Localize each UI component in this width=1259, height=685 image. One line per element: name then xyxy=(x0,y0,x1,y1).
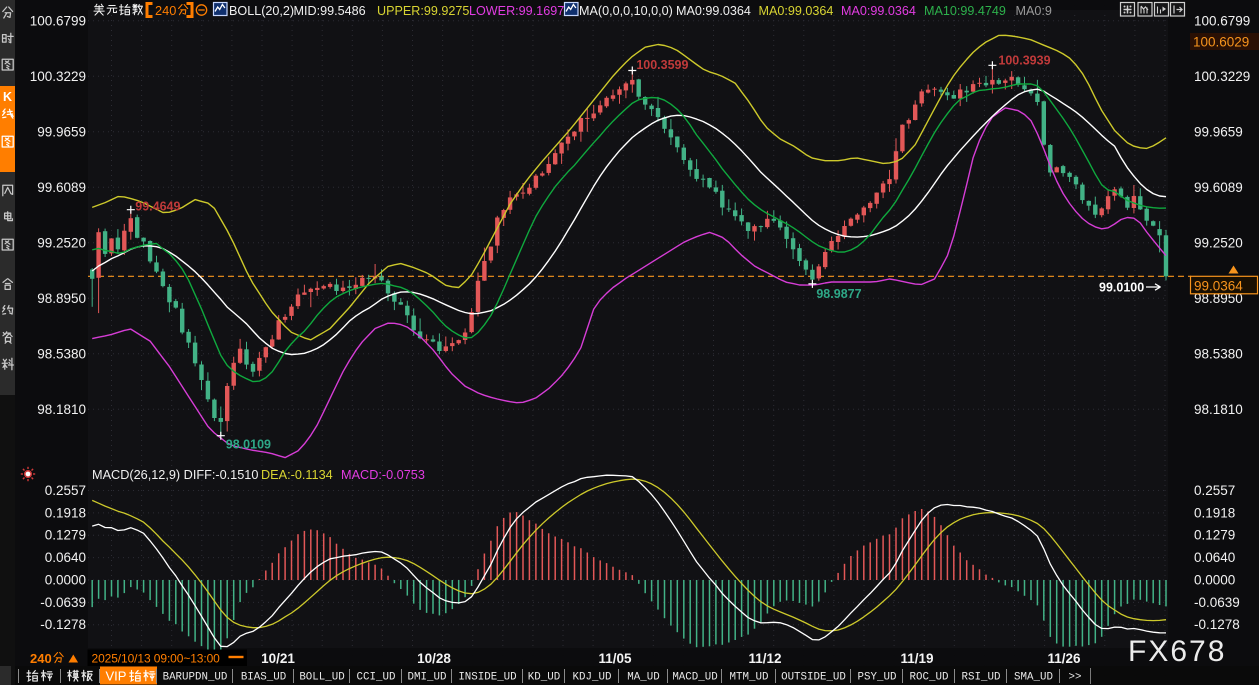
svg-text:11/19: 11/19 xyxy=(900,651,933,666)
svg-text:MA0:99.0364: MA0:99.0364 xyxy=(841,4,916,18)
svg-text:KD_UD: KD_UD xyxy=(528,672,560,684)
svg-text:BOLL_UD: BOLL_UD xyxy=(299,672,344,684)
svg-text:99.6089: 99.6089 xyxy=(1194,180,1243,195)
svg-text:MTM_UD: MTM_UD xyxy=(730,672,769,684)
svg-text:DMI_UD: DMI_UD xyxy=(408,672,447,684)
svg-text:99.2520: 99.2520 xyxy=(37,235,86,250)
svg-text:0.0000: 0.0000 xyxy=(1194,573,1235,588)
svg-text:99.9659: 99.9659 xyxy=(1194,124,1243,139)
svg-text:MA0:9: MA0:9 xyxy=(1016,4,1052,18)
svg-text:240: 240 xyxy=(30,651,52,666)
svg-text:10/21: 10/21 xyxy=(261,651,295,666)
svg-text:CCI_UD: CCI_UD xyxy=(357,672,396,684)
svg-text:98.5380: 98.5380 xyxy=(37,346,86,361)
svg-text:BIAS_UD: BIAS_UD xyxy=(241,672,286,684)
svg-text:BARUPDN_UD: BARUPDN_UD xyxy=(163,672,228,684)
svg-text:0.0000: 0.0000 xyxy=(45,573,86,588)
svg-text:11/12: 11/12 xyxy=(748,651,781,666)
svg-text:MACD_UD: MACD_UD xyxy=(672,672,717,684)
svg-text:0.1279: 0.1279 xyxy=(45,528,86,543)
svg-text:MACD(26,12,9) DIFF:-0.1510: MACD(26,12,9) DIFF:-0.1510 xyxy=(92,468,258,482)
svg-text:98.0109: 98.0109 xyxy=(226,438,271,452)
svg-text:100.3599: 100.3599 xyxy=(636,58,688,72)
svg-text:MACD:-0.0753: MACD:-0.0753 xyxy=(341,468,425,482)
svg-text:100.6799: 100.6799 xyxy=(30,13,86,28)
svg-text:VIP: VIP xyxy=(106,669,127,684)
svg-text:MA_UD: MA_UD xyxy=(627,672,659,684)
svg-text:KDJ_UD: KDJ_UD xyxy=(573,672,612,684)
svg-text:99.9659: 99.9659 xyxy=(37,124,86,139)
svg-text:MID:99.5486: MID:99.5486 xyxy=(294,4,366,18)
svg-text:99.0364: 99.0364 xyxy=(1194,278,1243,293)
svg-text:>>: >> xyxy=(1069,672,1082,684)
svg-text:98.8950: 98.8950 xyxy=(37,291,86,306)
svg-text:-0.0639: -0.0639 xyxy=(1194,595,1240,610)
svg-text:K: K xyxy=(3,90,12,104)
svg-text:MA10:99.4749: MA10:99.4749 xyxy=(924,4,1006,18)
svg-text:99.6089: 99.6089 xyxy=(37,180,86,195)
svg-text:-0.1278: -0.1278 xyxy=(40,617,86,632)
svg-text:2025/10/13 09:00~13:00: 2025/10/13 09:00~13:00 xyxy=(92,652,221,666)
svg-text:0.2557: 0.2557 xyxy=(1194,483,1235,498)
svg-text:0.1279: 0.1279 xyxy=(1194,528,1235,543)
svg-text:RSI_UD: RSI_UD xyxy=(962,672,1001,684)
svg-text:0.1918: 0.1918 xyxy=(1194,505,1235,520)
svg-text:100.3229: 100.3229 xyxy=(1194,69,1250,84)
svg-text:0.2557: 0.2557 xyxy=(45,483,86,498)
svg-text:PSY_UD: PSY_UD xyxy=(858,672,897,684)
svg-text:MA0:99.0364: MA0:99.0364 xyxy=(759,4,834,18)
svg-text:FX678: FX678 xyxy=(1128,635,1226,668)
svg-text:0.0640: 0.0640 xyxy=(45,550,86,565)
svg-text:-0.0639: -0.0639 xyxy=(40,595,86,610)
svg-text:240: 240 xyxy=(155,3,176,18)
svg-text:OUTSIDE_UD: OUTSIDE_UD xyxy=(781,672,846,684)
svg-text:10/28: 10/28 xyxy=(417,651,451,666)
svg-text:98.1810: 98.1810 xyxy=(37,402,86,417)
svg-text:98.9877: 98.9877 xyxy=(816,287,861,301)
svg-text:INSIDE_UD: INSIDE_UD xyxy=(458,672,516,684)
svg-text:0.0640: 0.0640 xyxy=(1194,550,1235,565)
svg-text:11/05: 11/05 xyxy=(598,651,632,666)
svg-text:99.4649: 99.4649 xyxy=(135,200,180,214)
svg-text:-0.1278: -0.1278 xyxy=(1194,617,1240,632)
svg-text:DEA:-0.1134: DEA:-0.1134 xyxy=(261,468,333,482)
svg-text:MA0:99.0364: MA0:99.0364 xyxy=(676,4,751,18)
svg-text:100.3229: 100.3229 xyxy=(30,69,86,84)
svg-text:LOWER:99.1697: LOWER:99.1697 xyxy=(469,4,564,18)
svg-text:100.3939: 100.3939 xyxy=(998,53,1050,67)
svg-text:UPPER:99.9275: UPPER:99.9275 xyxy=(377,4,469,18)
svg-text:0.1918: 0.1918 xyxy=(45,505,86,520)
svg-text:100.6799: 100.6799 xyxy=(1194,13,1250,28)
svg-text:99.0100: 99.0100 xyxy=(1099,281,1144,295)
svg-text:99.2520: 99.2520 xyxy=(1194,235,1243,250)
svg-text:98.1810: 98.1810 xyxy=(1194,402,1243,417)
svg-text:BOLL(20,2): BOLL(20,2) xyxy=(229,4,294,18)
svg-text:98.5380: 98.5380 xyxy=(1194,346,1243,361)
svg-text:11/26: 11/26 xyxy=(1047,651,1081,666)
svg-text:ROC_UD: ROC_UD xyxy=(910,672,949,684)
svg-text:MA(0,0,0,10,0,0): MA(0,0,0,10,0,0) xyxy=(579,4,673,18)
svg-text:100.6029: 100.6029 xyxy=(1193,35,1249,50)
svg-text:SMA_UD: SMA_UD xyxy=(1014,672,1053,684)
